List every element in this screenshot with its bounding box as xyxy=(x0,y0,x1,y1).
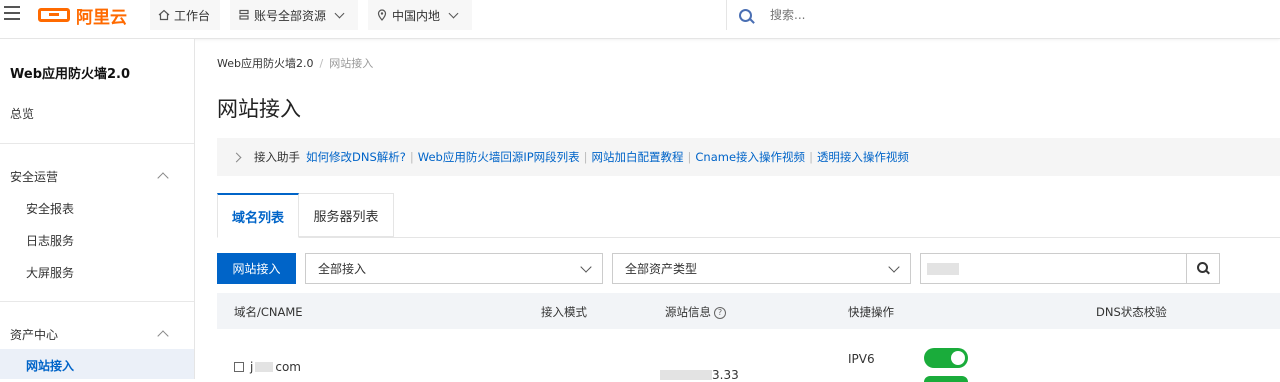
breadcrumb-root[interactable]: Web应用防火墙2.0 xyxy=(217,57,313,70)
sidebar-item-big-screen[interactable]: 大屏服务 xyxy=(26,264,74,281)
help-icon[interactable]: ? xyxy=(714,306,726,319)
main-content: Web应用防火墙2.0 / 网站接入 网站接入 接入助手 如何修改DNS解析? | … xyxy=(195,39,1280,382)
top-bar: 阿里云 工作台 账号全部资源 中国内地 xyxy=(0,0,1280,39)
sidebar-item-log-service[interactable]: 日志服务 xyxy=(26,232,74,249)
search-input[interactable] xyxy=(768,7,1072,23)
ipv6-toggle[interactable] xyxy=(924,348,968,368)
tab-bar: 域名列表 服务器列表 xyxy=(217,193,1280,238)
breadcrumb-current: 网站接入 xyxy=(329,57,374,70)
second-toggle[interactable] xyxy=(924,376,968,382)
region-label: 中国内地 xyxy=(392,8,441,23)
separator: | xyxy=(809,150,813,164)
resources-icon xyxy=(239,9,249,20)
location-pin-icon xyxy=(377,9,387,21)
sidebar-item-website-access[interactable]: 网站接入 xyxy=(0,349,194,379)
chevron-down-icon xyxy=(580,261,592,273)
workbench-label: 工作台 xyxy=(174,8,211,23)
logo-text: 阿里云 xyxy=(76,7,127,28)
region-dropdown[interactable]: 中国内地 xyxy=(368,0,472,30)
search-icon xyxy=(739,8,752,22)
logo-mark-icon xyxy=(38,8,70,22)
chevron-up-icon[interactable] xyxy=(157,172,169,184)
table-row: j com 3.33 IPV6 xyxy=(217,330,1280,382)
source-cell: 3.33 xyxy=(660,368,739,382)
domain-suffix: com xyxy=(275,360,301,374)
chevron-right-icon[interactable] xyxy=(231,152,242,162)
redacted-text xyxy=(927,263,959,275)
column-header-source: 源站信息? xyxy=(665,304,726,320)
sidebar-item-overview[interactable]: 总览 xyxy=(10,105,34,122)
chevron-down-icon xyxy=(334,8,345,18)
helper-label: 接入助手 xyxy=(254,150,300,164)
link-transparent-video[interactable]: 透明接入操作视频 xyxy=(817,149,909,165)
workbench-button[interactable]: 工作台 xyxy=(150,0,220,30)
separator: | xyxy=(687,150,692,164)
divider xyxy=(0,143,194,144)
divider xyxy=(0,301,194,302)
column-header-quick-actions: 快捷操作 xyxy=(848,305,894,319)
sidebar-group-asset-center[interactable]: 资产中心 xyxy=(10,326,58,343)
global-search[interactable] xyxy=(726,0,1280,30)
domain-prefix: j xyxy=(250,360,254,374)
quick-action-label: IPV6 xyxy=(848,352,875,366)
breadcrumb: Web应用防火墙2.0 / 网站接入 xyxy=(217,55,373,71)
column-header-domain: 域名/CNAME xyxy=(234,305,303,319)
asset-type-value: 全部资产类型 xyxy=(625,262,698,276)
chevron-down-icon xyxy=(888,261,900,273)
tab-server-list[interactable]: 服务器列表 xyxy=(299,193,394,237)
access-filter-select[interactable]: 全部接入 xyxy=(305,253,603,284)
copy-icon[interactable] xyxy=(234,362,244,372)
link-dns-guide[interactable]: 如何修改DNS解析? xyxy=(306,149,406,165)
tab-domain-list[interactable]: 域名列表 xyxy=(217,193,299,238)
search-icon xyxy=(1197,262,1208,273)
column-header-source-label: 源站信息 xyxy=(665,305,711,319)
page-title: 网站接入 xyxy=(217,97,301,121)
breadcrumb-separator: / xyxy=(319,57,324,70)
link-whitelist-tutorial[interactable]: 网站加白配置教程 xyxy=(592,149,684,165)
separator: | xyxy=(583,150,588,164)
search-button[interactable] xyxy=(1186,253,1220,284)
table-header: 域名/CNAME 接入模式 源站信息? 快捷操作 DNS状态校验 xyxy=(217,293,1280,329)
product-title: Web应用防火墙2.0 xyxy=(10,67,131,82)
chevron-down-icon xyxy=(448,8,459,18)
asset-type-select[interactable]: 全部资产类型 xyxy=(612,253,911,284)
sidebar-item-security-report[interactable]: 安全报表 xyxy=(26,200,74,217)
resources-label: 账号全部资源 xyxy=(254,8,327,23)
separator: | xyxy=(409,150,414,164)
resources-dropdown[interactable]: 账号全部资源 xyxy=(230,0,358,30)
column-header-access-mode: 接入模式 xyxy=(541,305,587,319)
redacted-text xyxy=(255,362,274,372)
menu-icon[interactable] xyxy=(0,3,22,25)
aliyun-logo[interactable]: 阿里云 xyxy=(38,0,140,30)
link-cname-video[interactable]: Cname接入操作视频 xyxy=(695,149,805,165)
access-helper-bar: 接入助手 如何修改DNS解析? | Web应用防火墙回源IP网段列表 | 网站加… xyxy=(217,138,1280,176)
domain-cell: j com xyxy=(234,360,301,374)
sidebar-item-label: 网站接入 xyxy=(26,359,75,373)
website-access-button[interactable]: 网站接入 xyxy=(217,253,296,284)
domain-search-input[interactable] xyxy=(920,253,1187,284)
sidebar: Web应用防火墙2.0 总览 安全运营 安全报表 日志服务 大屏服务 资产中心 … xyxy=(0,39,195,379)
link-origin-ip-list[interactable]: Web应用防火墙回源IP网段列表 xyxy=(418,149,580,165)
access-filter-value: 全部接入 xyxy=(318,262,367,276)
source-suffix: 3.33 xyxy=(712,368,739,382)
home-icon xyxy=(158,9,170,21)
sidebar-group-security-ops[interactable]: 安全运营 xyxy=(10,168,58,185)
column-header-dns-check: DNS状态校验 xyxy=(1096,305,1167,319)
chevron-up-icon[interactable] xyxy=(157,330,169,342)
